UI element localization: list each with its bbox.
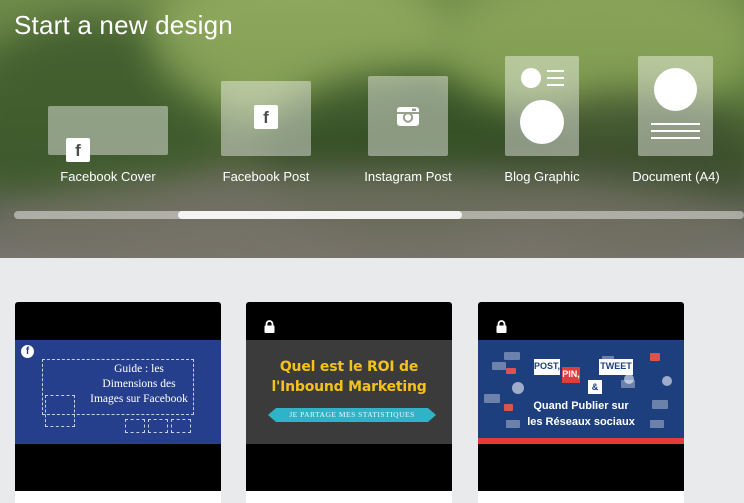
- template-title: Quand Publier sur les Réseaux sociaux: [527, 400, 635, 428]
- design-type-label: Facebook Cover: [60, 169, 156, 184]
- template-card-roi-inbound[interactable]: Quel est le ROI de l'Inbound Marketing J…: [246, 302, 452, 503]
- facebook-icon: f: [66, 138, 90, 162]
- chip-pin: PIN,: [562, 367, 580, 383]
- hero-banner: Start a new design f Facebook Cover f Fa…: [0, 0, 744, 258]
- design-type-label: Instagram Post: [364, 169, 452, 184]
- chip-ampersand: &: [588, 380, 602, 394]
- design-type-label: Blog Graphic: [504, 169, 580, 184]
- scrollbar-thumb[interactable]: [178, 211, 462, 219]
- design-type-facebook-post[interactable]: f Facebook Post: [206, 56, 326, 196]
- template-thumbnail: Guide : les Dimensions des Images sur Fa…: [15, 340, 221, 444]
- chip-tweet: TWEET: [599, 359, 633, 375]
- design-type-label: Document (A4): [632, 169, 720, 184]
- design-types-scrollbar[interactable]: [14, 211, 744, 219]
- design-type-blog-graphic[interactable]: Blog Graphic: [486, 56, 598, 196]
- template-title: Guide : les Dimensions des Images sur Fa…: [90, 363, 188, 405]
- facebook-badge-icon: f: [21, 345, 34, 358]
- template-card-facebook-guide[interactable]: Guide : les Dimensions des Images sur Fa…: [15, 302, 221, 503]
- design-type-label: Facebook Post: [222, 169, 310, 184]
- template-thumbnail: POST, PIN, TWEET & Quand Publier sur les…: [478, 340, 684, 444]
- template-card-reseaux-sociaux[interactable]: POST, PIN, TWEET & Quand Publier sur les…: [478, 302, 684, 503]
- facebook-icon: f: [254, 105, 278, 129]
- design-type-document-a4[interactable]: Document (A4): [616, 56, 736, 196]
- lock-icon: [264, 320, 275, 333]
- lock-icon: [496, 320, 507, 333]
- chip-post: POST,: [534, 359, 560, 375]
- instagram-icon: [397, 107, 419, 126]
- template-ribbon: JE PARTAGE MES STATISTIQUES: [268, 408, 436, 422]
- design-type-facebook-cover[interactable]: f Facebook Cover: [40, 56, 176, 196]
- template-thumbnail: Quel est le ROI de l'Inbound Marketing J…: [246, 340, 452, 444]
- template-title: Quel est le ROI de l'Inbound Marketing: [271, 359, 427, 395]
- design-type-instagram-post[interactable]: Instagram Post: [348, 56, 468, 196]
- page-title: Start a new design: [14, 10, 233, 40]
